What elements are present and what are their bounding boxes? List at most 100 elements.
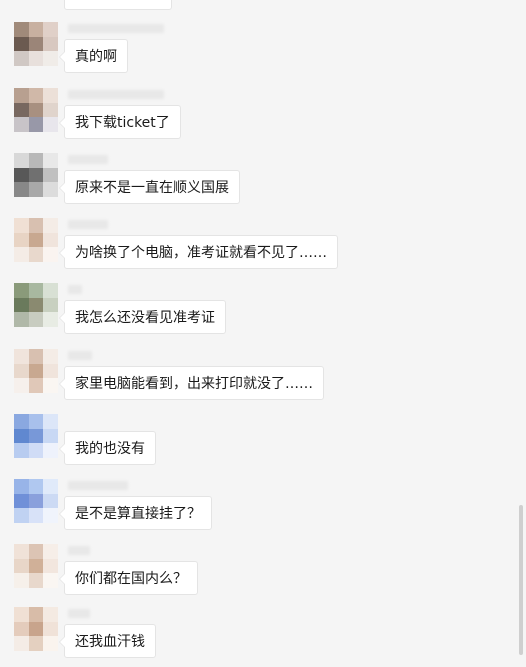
avatar-pixel xyxy=(28,558,44,574)
avatar-pixel xyxy=(28,167,44,183)
avatar-pixel xyxy=(43,349,58,364)
avatar-pixel xyxy=(28,36,44,52)
sender-name-blurred xyxy=(68,609,90,618)
message-bubble[interactable]: 是不是算直接挂了？ xyxy=(59,496,212,530)
avatar-pixel xyxy=(28,479,44,494)
avatar-pixel xyxy=(14,378,29,393)
message-9: 你们都在国内么？ xyxy=(0,544,510,604)
message-bubble[interactable]: 真的啊 xyxy=(59,39,128,73)
avatar-pixel xyxy=(14,558,29,574)
message-5: 我怎么还没看见准考证 xyxy=(0,283,510,343)
avatar-pixel xyxy=(28,443,44,458)
avatar-pixel xyxy=(28,232,44,248)
avatar-pixel xyxy=(14,232,29,248)
message-2: 我下载ticket了 xyxy=(0,88,510,148)
avatar[interactable] xyxy=(14,479,58,523)
chat-window: 真的啊 我下载ticket了 原来不是一直在顺义国展 为啥换了个电脑，准考证就看… xyxy=(0,0,526,664)
avatar-pixel xyxy=(14,36,29,52)
avatar[interactable] xyxy=(14,349,58,393)
avatar-pixel xyxy=(43,443,58,458)
avatar-pixel xyxy=(43,636,58,651)
avatar-pixel xyxy=(28,182,44,197)
avatar-pixel xyxy=(14,182,29,197)
avatar-pixel xyxy=(43,182,58,197)
sender-name-blurred xyxy=(68,24,164,33)
avatar-pixel xyxy=(14,312,29,327)
message-1: 真的啊 xyxy=(0,22,510,82)
avatar-pixel xyxy=(28,414,44,429)
avatar-pixel xyxy=(28,621,44,637)
avatar[interactable] xyxy=(14,607,58,651)
avatar-pixel xyxy=(28,297,44,313)
avatar-pixel xyxy=(43,88,58,103)
avatar-pixel xyxy=(14,363,29,379)
avatar[interactable] xyxy=(14,153,58,197)
avatar[interactable] xyxy=(14,544,58,588)
avatar-pixel xyxy=(28,102,44,118)
message-bubble[interactable]: 还我血汗钱 xyxy=(59,624,156,658)
avatar-pixel xyxy=(28,22,44,37)
avatar-pixel xyxy=(43,22,58,37)
sender-name-blurred xyxy=(68,351,92,360)
avatar-pixel xyxy=(43,36,58,52)
avatar-pixel xyxy=(14,297,29,313)
message-bubble[interactable]: 我下载ticket了 xyxy=(59,105,181,139)
avatar-pixel xyxy=(28,51,44,66)
avatar-pixel xyxy=(14,544,29,559)
avatar-pixel xyxy=(28,508,44,523)
avatar[interactable] xyxy=(14,218,58,262)
avatar-pixel xyxy=(28,153,44,168)
message-3: 原来不是一直在顺义国展 xyxy=(0,153,510,213)
avatar-pixel xyxy=(28,378,44,393)
avatar-pixel xyxy=(28,88,44,103)
message-7: 我的也没有 xyxy=(0,414,510,474)
sender-name-blurred xyxy=(68,90,164,99)
avatar-pixel xyxy=(43,414,58,429)
avatar[interactable] xyxy=(14,283,58,327)
message-bubble[interactable]: 原来不是一直在顺义国展 xyxy=(59,170,240,204)
avatar-pixel xyxy=(28,363,44,379)
avatar-pixel xyxy=(43,117,58,132)
avatar-pixel xyxy=(14,22,29,37)
avatar-pixel xyxy=(14,218,29,233)
sender-name-blurred xyxy=(68,546,90,555)
message-bubble[interactable]: 家里电脑能看到，出来打印就没了…… xyxy=(59,366,324,400)
avatar-pixel xyxy=(14,493,29,509)
avatar-pixel xyxy=(43,479,58,494)
previous-message-bubble[interactable] xyxy=(64,0,172,10)
avatar-pixel xyxy=(43,167,58,183)
message-bubble[interactable]: 我怎么还没看见准考证 xyxy=(59,300,226,334)
avatar-pixel xyxy=(14,153,29,168)
avatar-pixel xyxy=(43,232,58,248)
avatar-pixel xyxy=(43,297,58,313)
avatar-pixel xyxy=(28,247,44,262)
avatar[interactable] xyxy=(14,22,58,66)
avatar-pixel xyxy=(28,312,44,327)
avatar-pixel xyxy=(28,218,44,233)
avatar[interactable] xyxy=(14,414,58,458)
message-bubble[interactable]: 为啥换了个电脑，准考证就看不见了…… xyxy=(59,235,338,269)
avatar-pixel xyxy=(43,283,58,298)
avatar-pixel xyxy=(43,428,58,444)
avatar-pixel xyxy=(28,283,44,298)
message-bubble[interactable]: 我的也没有 xyxy=(59,431,156,465)
avatar-pixel xyxy=(43,544,58,559)
avatar-pixel xyxy=(14,479,29,494)
sender-name-blurred xyxy=(68,285,82,294)
sender-name-blurred xyxy=(68,220,108,229)
vertical-scrollbar[interactable] xyxy=(519,505,523,655)
avatar-pixel xyxy=(28,573,44,588)
avatar-pixel xyxy=(28,428,44,444)
avatar[interactable] xyxy=(14,88,58,132)
avatar-pixel xyxy=(43,607,58,622)
avatar-pixel xyxy=(43,247,58,262)
avatar-pixel xyxy=(28,117,44,132)
avatar-pixel xyxy=(14,636,29,651)
avatar-pixel xyxy=(43,153,58,168)
avatar-pixel xyxy=(14,428,29,444)
message-8: 是不是算直接挂了？ xyxy=(0,479,510,539)
avatar-pixel xyxy=(28,349,44,364)
avatar-pixel xyxy=(43,573,58,588)
avatar-pixel xyxy=(14,607,29,622)
message-bubble[interactable]: 你们都在国内么？ xyxy=(59,561,198,595)
